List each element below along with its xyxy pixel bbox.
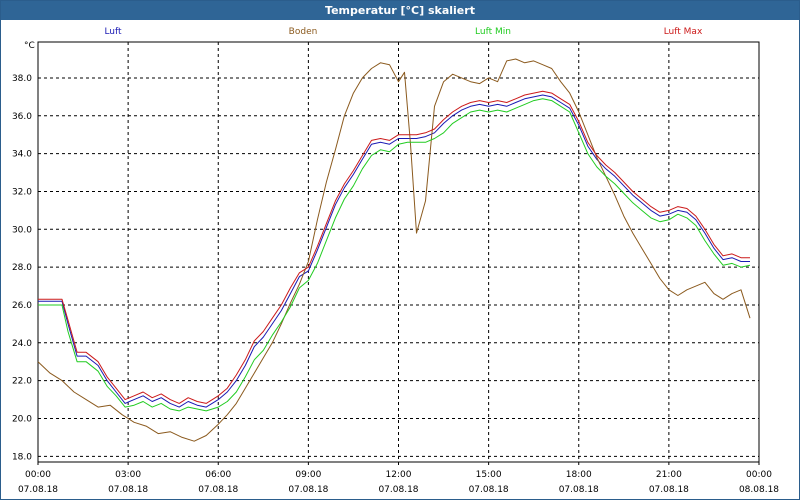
x-tick-date-label: 07.08.18 [108,485,148,495]
y-tick-label: 20.0 [12,414,32,424]
x-tick-date-label: 07.08.18 [559,485,599,495]
x-tick-date-label: 07.08.18 [198,485,238,495]
y-tick-label: 28.0 [12,263,32,273]
y-tick-label: 18.0 [12,452,32,462]
x-tick-time-label: 03:00 [115,470,141,480]
x-axis: 00:00 07.08.18 03:00 07.08.18 06:00 07.08.18 0… [18,462,779,495]
x-tick-date-label: 08.08.18 [739,485,779,495]
x-tick-time-label: 15:00 [476,470,502,480]
legend-entry-luft-max: Luft Max [664,27,703,37]
x-tick-date-label: 07.08.18 [288,485,328,495]
x-tick-date-label: 07.08.18 [18,485,58,495]
y-tick-label: 36.0 [12,112,32,122]
x-tick-time-label: 00:00 [746,470,772,480]
legend-entry-luft-min: Luft Min [475,27,511,37]
legend: Luft Boden Luft Min Luft Max [104,27,703,37]
y-tick-label: 38.0 [12,74,32,84]
legend-entry-luft: Luft [104,27,122,37]
x-tick-time-label: 12:00 [386,470,412,480]
y-axis-unit-label: °C [24,41,35,51]
temperature-chart: 18.0 20.0 22.0 24.0 26.0 28.0 30.0 32.0 34.0 36.0… [12,27,779,495]
x-tick-time-label: 06:00 [205,470,231,480]
x-tick-date-label: 07.08.18 [469,485,509,495]
x-tick-time-label: 00:00 [25,470,51,480]
y-tick-label: 32.0 [12,187,32,197]
y-tick-label: 34.0 [12,150,32,160]
y-tick-label: 22.0 [12,377,32,387]
y-axis: 18.0 20.0 22.0 24.0 26.0 28.0 30.0 32.0 34.0 36.0… [12,74,32,462]
x-tick-date-label: 07.08.18 [649,485,689,495]
legend-entry-boden: Boden [289,27,318,37]
y-tick-label: 24.0 [12,339,32,349]
y-tick-label: 26.0 [12,301,32,311]
x-tick-time-label: 21:00 [656,470,682,480]
y-tick-label: 30.0 [12,225,32,235]
x-tick-time-label: 09:00 [295,470,321,480]
x-tick-time-label: 18:00 [566,470,592,480]
x-tick-date-label: 07.08.18 [378,485,418,495]
